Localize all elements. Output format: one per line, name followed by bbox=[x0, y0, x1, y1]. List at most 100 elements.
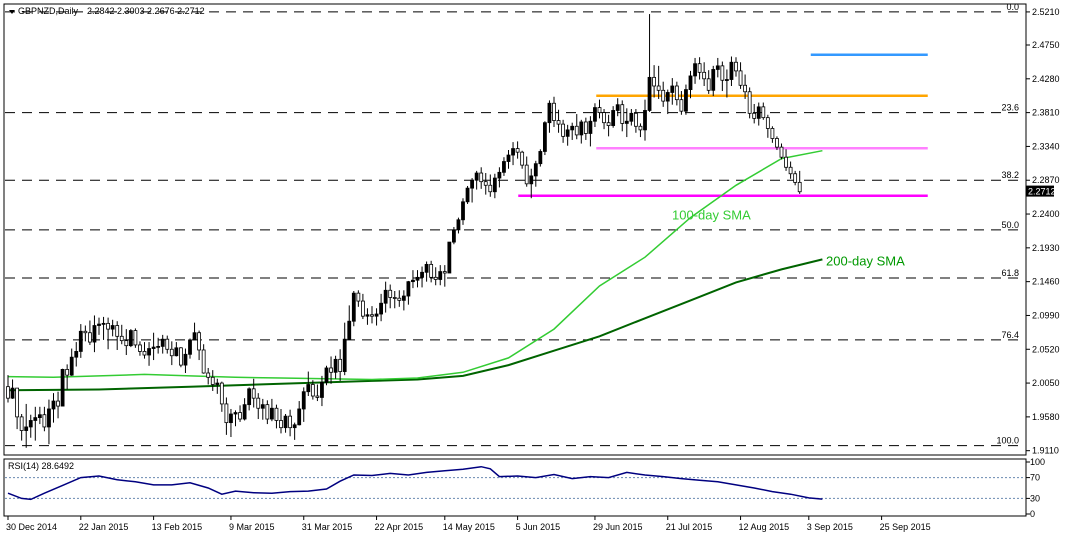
candle-body bbox=[674, 85, 679, 101]
candle bbox=[324, 365, 329, 386]
candle-body bbox=[324, 367, 329, 383]
candle-body bbox=[447, 241, 452, 274]
candle-body bbox=[238, 412, 242, 420]
candle-body bbox=[784, 156, 788, 168]
candle-body bbox=[47, 408, 51, 428]
time-tick-label: 22 Jan 2015 bbox=[79, 522, 129, 532]
time-tick-label: 25 Sep 2015 bbox=[880, 522, 931, 532]
candle-body bbox=[570, 125, 575, 131]
candle-body bbox=[256, 397, 261, 409]
candle-body bbox=[351, 292, 356, 322]
candle-body bbox=[265, 404, 270, 420]
candle-body bbox=[83, 330, 88, 334]
fib-label-50.0: 50.0 bbox=[1001, 220, 1019, 230]
candle-body bbox=[670, 85, 675, 93]
candle-body bbox=[301, 391, 306, 410]
candle-body bbox=[356, 292, 361, 302]
time-axis[interactable]: 30 Dec 2014 22 Jan 2015 13 Feb 2015 9 Mar 2… bbox=[5, 515, 1025, 532]
candle-body bbox=[19, 416, 24, 431]
rsi-axis: 100 70 30 0 bbox=[1026, 457, 1045, 519]
candle bbox=[60, 368, 65, 407]
candle-body bbox=[756, 106, 761, 119]
candle-body bbox=[561, 123, 565, 137]
rsi-tick-label: 70 bbox=[1030, 473, 1040, 483]
candle bbox=[543, 121, 547, 156]
candle-body bbox=[424, 263, 429, 273]
candle-body bbox=[229, 413, 233, 424]
candle-body bbox=[333, 358, 338, 373]
candle-body bbox=[492, 177, 497, 193]
candle-body bbox=[219, 382, 224, 405]
candle bbox=[747, 87, 752, 119]
candle-body bbox=[647, 76, 652, 111]
fib-label-100.0: 100.0 bbox=[996, 436, 1019, 446]
candle-body bbox=[506, 154, 511, 162]
candle-body bbox=[342, 338, 347, 372]
time-tick-label: 29 Jun 2015 bbox=[593, 522, 643, 532]
candle-body bbox=[370, 314, 374, 317]
candle-body bbox=[588, 120, 593, 134]
candle-body bbox=[56, 400, 60, 407]
candle-body bbox=[606, 122, 611, 126]
candle-body bbox=[529, 175, 534, 185]
candle-body bbox=[147, 348, 151, 356]
candle-body bbox=[374, 313, 379, 317]
candle-body bbox=[679, 99, 684, 112]
candle bbox=[451, 226, 456, 245]
candle-body bbox=[379, 302, 384, 315]
candle-body bbox=[201, 349, 206, 374]
candle-body bbox=[165, 338, 170, 350]
candle-body bbox=[720, 65, 725, 81]
time-tick-label: 5 Jun 2015 bbox=[516, 522, 561, 532]
candle-body bbox=[547, 102, 552, 124]
time-tick-label: 22 Apr 2015 bbox=[375, 522, 424, 532]
fib-label-23.6: 23.6 bbox=[1001, 103, 1019, 113]
candle-body bbox=[251, 388, 256, 399]
candle-body bbox=[97, 323, 101, 326]
candle-body bbox=[347, 320, 352, 340]
candle-body bbox=[629, 112, 634, 122]
candle-body bbox=[488, 184, 493, 193]
candle-body bbox=[574, 125, 579, 136]
price-tick-label: 1.9110 bbox=[1032, 446, 1059, 456]
candle-body bbox=[42, 414, 47, 428]
fib-label-38.2: 38.2 bbox=[1001, 170, 1019, 180]
fib-label-76.4: 76.4 bbox=[1001, 330, 1019, 340]
candle-body bbox=[388, 289, 393, 298]
candle-body bbox=[78, 330, 83, 352]
candle-body bbox=[310, 384, 315, 397]
sma100-label: 100-day SMA bbox=[672, 208, 751, 223]
candle-body bbox=[283, 415, 288, 429]
candle bbox=[465, 185, 470, 204]
candle-body bbox=[106, 322, 110, 330]
candle-body bbox=[451, 229, 456, 243]
candle-body bbox=[156, 345, 161, 348]
candle-body bbox=[433, 276, 438, 280]
price-tick-label: 2.0520 bbox=[1032, 344, 1060, 354]
rsi-label: RSI(14) 28.6492 bbox=[8, 461, 74, 471]
candle-body bbox=[661, 89, 666, 102]
candle-body bbox=[197, 332, 202, 351]
candle-body bbox=[502, 161, 506, 173]
time-tick-label: 3 Sep 2015 bbox=[807, 522, 853, 532]
time-tick-label: 30 Dec 2014 bbox=[6, 522, 57, 532]
price-axis[interactable]: 2.5210 2.4750 2.4280 2.3810 2.3340 2.2870 2.24… bbox=[1026, 7, 1060, 456]
candle-body bbox=[415, 276, 420, 281]
candle-body bbox=[474, 172, 479, 181]
candle-body bbox=[279, 420, 283, 429]
candle-body bbox=[620, 104, 625, 124]
candle-body bbox=[15, 387, 20, 418]
candle-body bbox=[115, 325, 120, 337]
price-tick-label: 2.4750 bbox=[1032, 40, 1060, 50]
candle-body bbox=[765, 117, 770, 129]
candle-body bbox=[74, 351, 79, 358]
candle-body bbox=[338, 358, 343, 372]
price-tick-label: 2.2870 bbox=[1032, 175, 1060, 185]
rsi-tick-label: 100 bbox=[1030, 457, 1045, 467]
candle-body bbox=[92, 325, 97, 343]
time-tick-label: 9 Mar 2015 bbox=[229, 522, 275, 532]
candle bbox=[447, 241, 452, 274]
rsi-tick-label: 0 bbox=[1030, 509, 1035, 519]
candle-body bbox=[688, 75, 693, 90]
candle-body bbox=[706, 78, 711, 91]
